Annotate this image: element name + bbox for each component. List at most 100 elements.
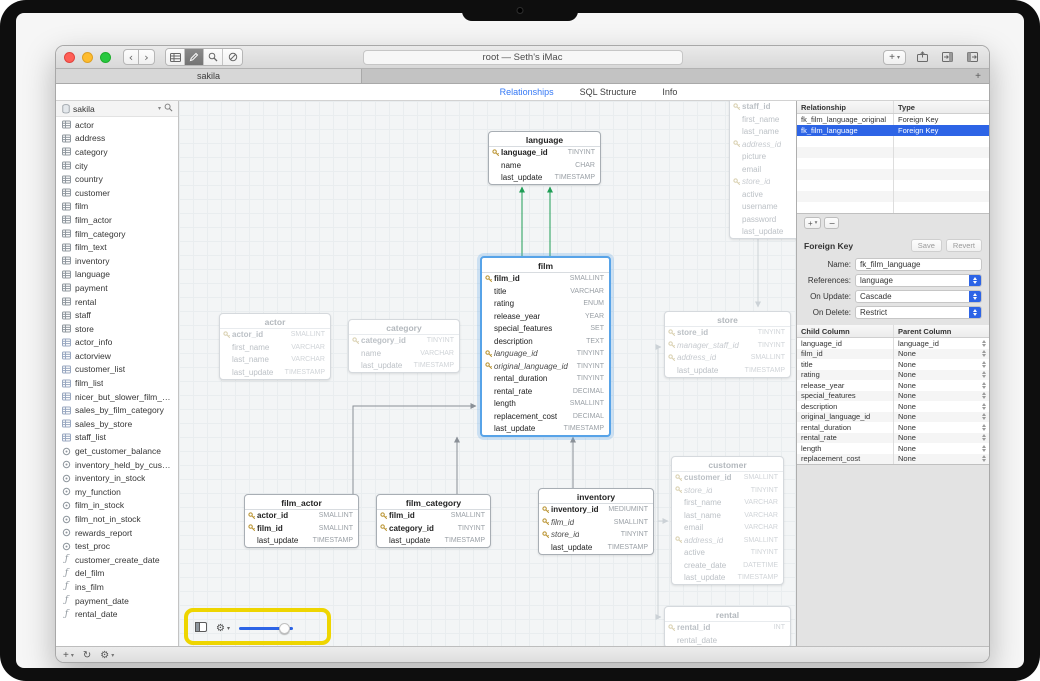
sidebar-item-store[interactable]: store bbox=[56, 322, 178, 336]
parent-column[interactable]: None bbox=[893, 412, 989, 423]
sort-chevron-icon[interactable]: ▾ bbox=[158, 105, 161, 112]
search-icon[interactable] bbox=[204, 49, 223, 65]
column-mapping-row[interactable]: rental_rateNone bbox=[797, 433, 989, 444]
parent-column[interactable]: None bbox=[893, 401, 989, 412]
column-mapping-row[interactable]: lengthNone bbox=[797, 443, 989, 454]
sidebar-item-language[interactable]: language bbox=[56, 268, 178, 282]
mode-tab-sql-structure[interactable]: SQL Structure bbox=[580, 87, 637, 97]
zoom-slider-knob[interactable] bbox=[279, 623, 290, 634]
entity-customer[interactable]: customercustomer_idSMALLINTstore_idTINYI… bbox=[671, 456, 784, 585]
add-relationship-button[interactable]: +▾ bbox=[804, 217, 821, 229]
column-mapping-row[interactable]: replacement_costNone bbox=[797, 454, 989, 465]
sidebar-item-del_film[interactable]: ƒdel_film bbox=[56, 567, 178, 581]
entity-staff[interactable]: staffstaff_idfirst_namelast_nameaddress_… bbox=[729, 101, 796, 239]
entity-film[interactable]: filmfilm_idSMALLINTtitleVARCHARratingENU… bbox=[480, 256, 611, 437]
parent-column[interactable]: None bbox=[893, 380, 989, 391]
relationship-row-empty[interactable] bbox=[797, 191, 989, 202]
canvas-gear-menu[interactable]: ⚙ ▾ bbox=[216, 623, 230, 634]
sidebar-item-category[interactable]: category bbox=[56, 145, 178, 159]
mode-tab-relationships[interactable]: Relationships bbox=[500, 87, 554, 97]
relationship-line[interactable] bbox=[353, 406, 476, 494]
sidebar-item-test_proc[interactable]: test_proc bbox=[56, 539, 178, 553]
parent-column[interactable]: None bbox=[893, 443, 989, 454]
parent-column[interactable]: None bbox=[893, 433, 989, 444]
sidebar-item-rental_date[interactable]: ƒrental_date bbox=[56, 607, 178, 621]
relationship-row[interactable]: fk_film_languageForeign Key bbox=[797, 125, 989, 136]
sidebar-item-film_not_in_stock[interactable]: film_not_in_stock bbox=[56, 512, 178, 526]
relationship-line[interactable] bbox=[658, 347, 661, 619]
export-icon[interactable] bbox=[963, 50, 981, 65]
relationship-row-empty[interactable] bbox=[797, 169, 989, 180]
refresh-icon[interactable]: ↻ bbox=[83, 650, 91, 661]
entity-actor[interactable]: actoractor_idSMALLINTfirst_nameVARCHARla… bbox=[219, 313, 331, 380]
column-mapping-row[interactable]: ratingNone bbox=[797, 370, 989, 381]
entity-rental[interactable]: rentalrental_idINTrental_date bbox=[664, 606, 791, 646]
sidebar-item-nicer_but_slower_film_list[interactable]: nicer_but_slower_film_list bbox=[56, 390, 178, 404]
relationship-row-empty[interactable] bbox=[797, 202, 989, 213]
entity-film_actor[interactable]: film_actoractor_idSMALLINTfilm_idSMALLIN… bbox=[244, 494, 359, 548]
entity-language[interactable]: languagelanguage_idTINYINTnameCHARlast_u… bbox=[488, 131, 601, 185]
design-pencil-icon[interactable] bbox=[185, 49, 204, 65]
remove-relationship-button[interactable]: − bbox=[824, 217, 839, 229]
parent-column[interactable]: None bbox=[893, 349, 989, 360]
sidebar-item-film_category[interactable]: film_category bbox=[56, 227, 178, 241]
column-mapping-row[interactable]: film_idNone bbox=[797, 349, 989, 360]
parent-column[interactable]: None bbox=[893, 391, 989, 402]
relationship-row-empty[interactable] bbox=[797, 180, 989, 191]
column-mapping-row[interactable]: titleNone bbox=[797, 359, 989, 370]
sidebar-item-staff_list[interactable]: staff_list bbox=[56, 431, 178, 445]
minimize-button[interactable] bbox=[82, 52, 93, 63]
sidebar-item-actor[interactable]: actor bbox=[56, 118, 178, 132]
column-mapping-row[interactable]: release_yearNone bbox=[797, 380, 989, 391]
bottom-gear-menu[interactable]: ⚙▾ bbox=[100, 650, 114, 661]
sidebar-item-actor_info[interactable]: actor_info bbox=[56, 336, 178, 350]
bottom-add-button[interactable]: +▾ bbox=[63, 650, 74, 661]
sidebar-item-my_function[interactable]: my_function bbox=[56, 485, 178, 499]
column-mapping-row[interactable]: special_featuresNone bbox=[797, 391, 989, 402]
add-object-button[interactable]: +▾ bbox=[883, 50, 906, 65]
sidebar-item-rewards_report[interactable]: rewards_report bbox=[56, 526, 178, 540]
sidebar-item-staff[interactable]: staff bbox=[56, 308, 178, 322]
entity-film_category[interactable]: film_categoryfilm_idSMALLINTcategory_idT… bbox=[376, 494, 491, 548]
sidebar-item-film[interactable]: film bbox=[56, 200, 178, 214]
sidebar-item-film_text[interactable]: film_text bbox=[56, 240, 178, 254]
sidebar-item-city[interactable]: city bbox=[56, 159, 178, 173]
sidebar-item-rental[interactable]: rental bbox=[56, 295, 178, 309]
column-mapping-row[interactable]: language_idlanguage_id bbox=[797, 338, 989, 349]
mode-tab-info[interactable]: Info bbox=[662, 87, 677, 97]
column-mapping-row[interactable]: original_language_idNone bbox=[797, 412, 989, 423]
column-mapping-row[interactable]: descriptionNone bbox=[797, 401, 989, 412]
entity-store[interactable]: storestore_idTINYINTmanager_staff_idTINY… bbox=[664, 311, 791, 378]
diagram-canvas[interactable]: ⚙ ▾ staffstaff_idfirst_namelast_nameaddr… bbox=[179, 101, 796, 646]
close-button[interactable] bbox=[64, 52, 75, 63]
sidebar-item-ins_film[interactable]: ƒins_film bbox=[56, 580, 178, 594]
save-button[interactable]: Save bbox=[911, 239, 942, 252]
panel-toggle-icon[interactable] bbox=[195, 619, 207, 637]
relationship-row-empty[interactable] bbox=[797, 136, 989, 147]
sidebar-item-film_actor[interactable]: film_actor bbox=[56, 213, 178, 227]
back-button[interactable]: ‹ bbox=[123, 49, 139, 65]
parent-column[interactable]: language_id bbox=[893, 338, 989, 349]
entity-category[interactable]: categorycategory_idTINYINTnameVARCHARlas… bbox=[348, 319, 460, 373]
sidebar-item-payment_date[interactable]: ƒpayment_date bbox=[56, 594, 178, 608]
sidebar-item-get_customer_balance[interactable]: get_customer_balance bbox=[56, 444, 178, 458]
sidebar-search-icon[interactable] bbox=[164, 103, 173, 114]
relationship-row-empty[interactable] bbox=[797, 158, 989, 169]
on-update-popup[interactable]: Cascade bbox=[855, 290, 982, 303]
sidebar-item-sales_by_store[interactable]: sales_by_store bbox=[56, 417, 178, 431]
sidebar-item-inventory_in_stock[interactable]: inventory_in_stock bbox=[56, 471, 178, 485]
sidebar-item-country[interactable]: country bbox=[56, 172, 178, 186]
sidebar-item-customer_list[interactable]: customer_list bbox=[56, 363, 178, 377]
zoom-button[interactable] bbox=[100, 52, 111, 63]
import-icon[interactable] bbox=[938, 50, 956, 65]
sidebar-item-actorview[interactable]: actorview bbox=[56, 349, 178, 363]
parent-column[interactable]: None bbox=[893, 454, 989, 465]
forward-button[interactable]: › bbox=[139, 49, 155, 65]
sidebar-item-address[interactable]: address bbox=[56, 132, 178, 146]
relationship-row-empty[interactable] bbox=[797, 147, 989, 158]
sidebar-item-inventory_held_by_custo...[interactable]: inventory_held_by_custo... bbox=[56, 458, 178, 472]
name-input[interactable]: fk_film_language bbox=[855, 258, 982, 271]
table-view-icon[interactable] bbox=[166, 49, 185, 65]
disable-icon[interactable] bbox=[223, 49, 242, 65]
new-tab-button[interactable]: + bbox=[975, 71, 981, 82]
